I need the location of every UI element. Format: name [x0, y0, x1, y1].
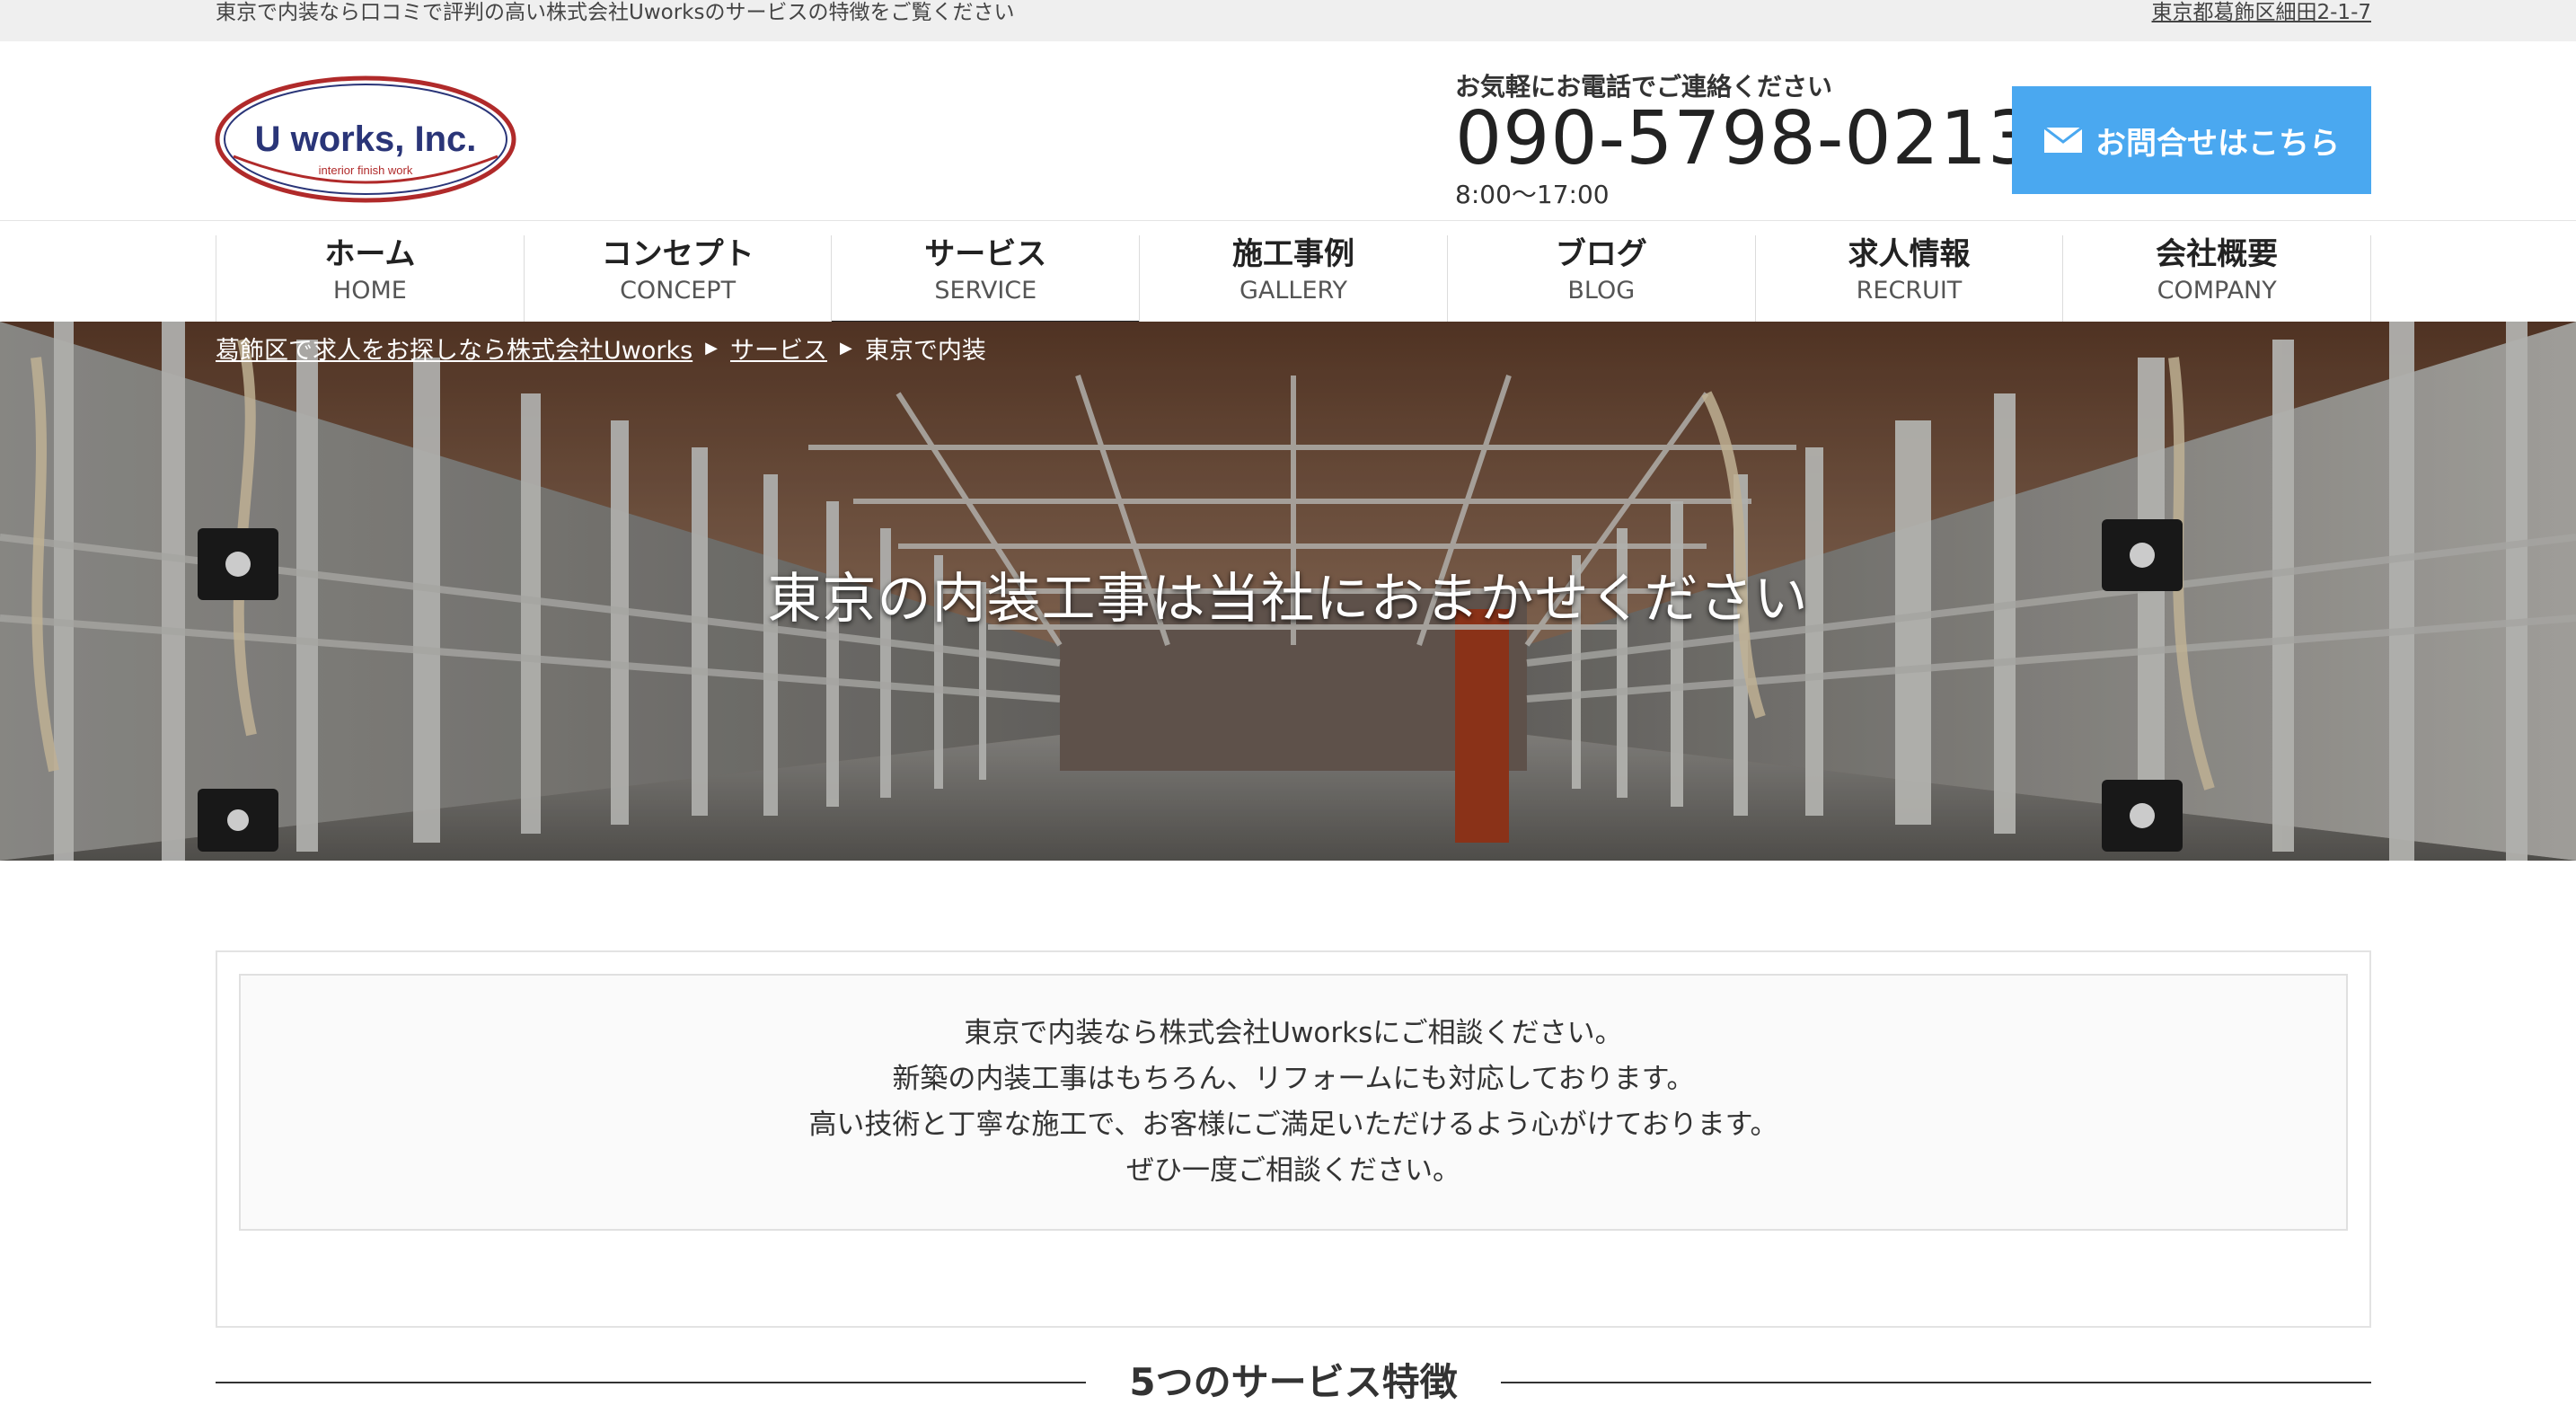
breadcrumb-service-link[interactable]: サービス	[730, 331, 827, 366]
breadcrumb-home-link[interactable]: 葛飾区で求人をお探しなら株式会社Uworks	[216, 331, 693, 366]
breadcrumb-separator-icon: ▶	[705, 339, 719, 358]
phone-number[interactable]: 090-5798-0213	[1455, 102, 2034, 176]
features-heading: 5つのサービス特徴	[216, 1353, 2372, 1405]
nav-label-ja: コンセプト	[601, 236, 754, 272]
nav-label-en: COMPANY	[2157, 277, 2277, 305]
nav-label-en: HOME	[332, 277, 407, 305]
nav-label-ja: サービス	[924, 236, 1047, 272]
intro-line: 新築の内装工事はもちろん、リフォームにも対応しております。	[892, 1063, 1695, 1095]
nav-label-ja: 施工事例	[1232, 236, 1355, 272]
nav-label-en: SERVICE	[934, 277, 1037, 305]
nav-item-company[interactable]: 会社概要 COMPANY	[2062, 235, 2372, 322]
breadcrumb-current: 東京で内装	[864, 337, 986, 365]
top-bar: 東京で内装なら口コミで評判の高い株式会社Uworksのサービスの特徴をご覧くださ…	[0, 0, 2576, 41]
site-header: U works, Inc. interior finish work お気軽にお…	[0, 41, 2576, 221]
nav-item-service[interactable]: サービス SERVICE	[831, 235, 1139, 323]
nav-label-ja: 会社概要	[2156, 236, 2279, 272]
nav-label-ja: 求人情報	[1848, 236, 1971, 272]
nav-item-blog[interactable]: ブログ BLOG	[1446, 235, 1755, 322]
contact-block: お気軽にお電話でご連絡ください 090-5798-0213 8:00〜17:00	[1455, 72, 2034, 210]
intro-line: ぜひ一度ご相談ください。	[1126, 1154, 1460, 1187]
nav-item-concept[interactable]: コンセプト CONCEPT	[523, 235, 832, 322]
features-heading-title: 5つのサービス特徴	[1129, 1359, 1458, 1404]
site-tagline: 東京で内装なら口コミで評判の高い株式会社Uworksのサービスの特徴をご覧くださ…	[216, 1, 1015, 24]
nav-label-en: BLOG	[1567, 277, 1636, 305]
intro-section: 東京で内装なら株式会社Uworksにご相談ください。 新築の内装工事はもちろん、…	[216, 950, 2371, 1328]
nav-label-en: GALLERY	[1239, 277, 1348, 305]
address-link[interactable]: 東京都葛飾区細田2-1-7	[2152, 0, 2372, 25]
intro-line: 東京で内装なら株式会社Uworksにご相談ください。	[964, 1017, 1623, 1049]
nav-label-ja: ブログ	[1555, 236, 1647, 272]
business-hours: 8:00〜17:00	[1455, 180, 1610, 209]
intro-line: 高い技術と丁寧な施工で、お客様にご満足いただけるよう心がけております。	[808, 1109, 1778, 1141]
logo-subtitle: interior finish work	[319, 163, 413, 177]
hero-title: 東京の内装工事は当社におまかせください	[767, 568, 1809, 631]
nav-item-gallery[interactable]: 施工事例 GALLERY	[1139, 235, 1447, 322]
hero-banner: 葛飾区で求人をお探しなら株式会社Uworks ▶ サービス ▶ 東京で内装 東京…	[0, 322, 2576, 861]
mail-icon	[2043, 127, 2083, 153]
nav-item-home[interactable]: ホーム HOME	[216, 235, 524, 322]
inquiry-button-label: お問合せはこちら	[2095, 125, 2340, 162]
company-logo[interactable]: U works, Inc. interior finish work	[214, 74, 517, 205]
heading-rule-right	[1500, 1382, 2372, 1383]
nav-item-recruit[interactable]: 求人情報 RECRUIT	[1754, 235, 2063, 322]
breadcrumb-separator-icon: ▶	[840, 339, 852, 358]
intro-box: 東京で内装なら株式会社Uworksにご相談ください。 新築の内装工事はもちろん、…	[239, 974, 2348, 1231]
logo-wordmark: U works, Inc.	[255, 119, 477, 159]
breadcrumb: 葛飾区で求人をお探しなら株式会社Uworks ▶ サービス ▶ 東京で内装	[216, 331, 986, 366]
nav-label-ja: ホーム	[324, 236, 416, 272]
heading-rule-left	[216, 1382, 1087, 1383]
global-nav: ホーム HOME コンセプト CONCEPT サービス SERVICE 施工事例…	[216, 235, 2372, 323]
nav-label-en: CONCEPT	[620, 277, 737, 305]
nav-label-en: RECRUIT	[1856, 277, 1963, 305]
inquiry-button[interactable]: お問合せはこちら	[2012, 86, 2371, 194]
